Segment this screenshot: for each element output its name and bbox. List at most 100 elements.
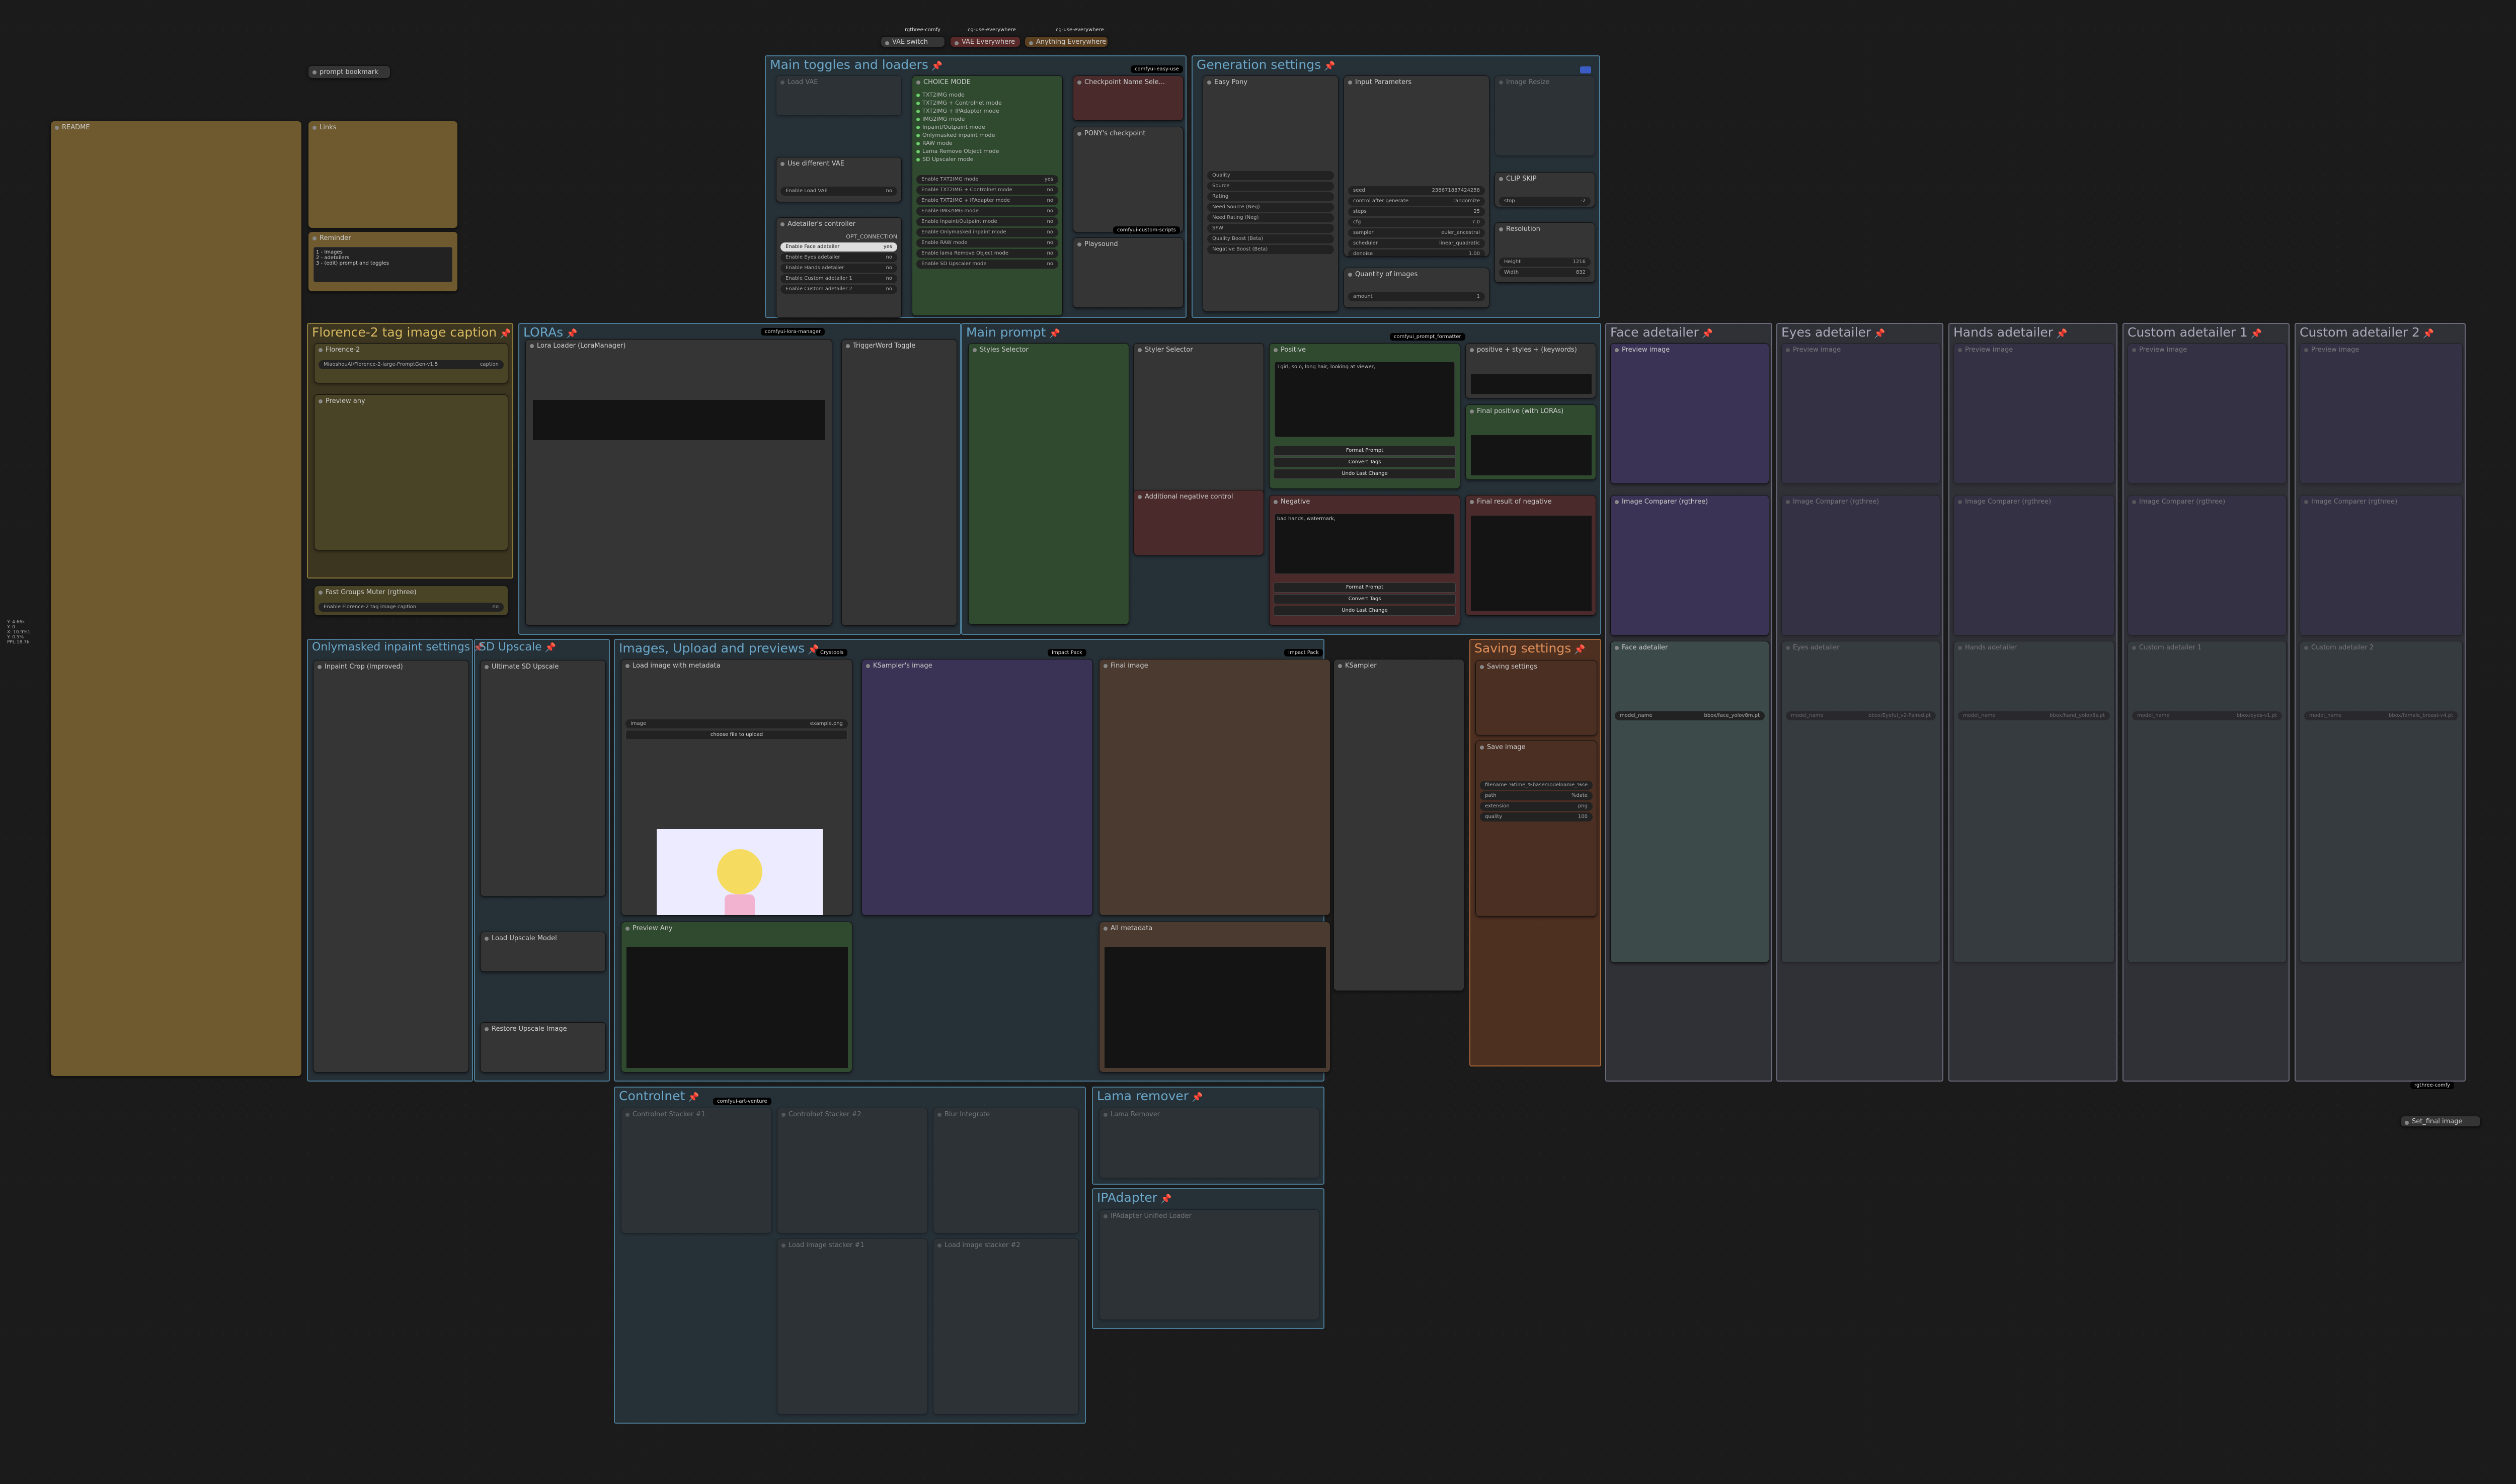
neg-convert-tags-button[interactable]: Convert Tags xyxy=(1274,594,1456,604)
preview-any-node[interactable]: Preview Any xyxy=(621,922,852,1073)
group-controlnet[interactable]: Controlnet 📌 Controlnet Stacker #1 Contro… xyxy=(614,1087,1086,1424)
eyes-detailer-node[interactable]: Eyes adetailer model_name bbox/Eyeful_v2-P… xyxy=(1781,641,1940,963)
quantity-node[interactable]: Quantity of images amount 1 xyxy=(1344,268,1489,308)
amount-value[interactable]: 1 xyxy=(1477,292,1480,301)
styler-selector-node[interactable]: Styler Selector xyxy=(1133,343,1264,494)
group-generation[interactable]: Generation settings 📌 Easy Pony Quality So… xyxy=(1192,55,1600,318)
resolution-node[interactable]: Resolution Height 1216 Width 832 xyxy=(1495,222,1595,283)
sd-upscale-node[interactable]: Ultimate SD Upscale xyxy=(480,660,606,896)
input-param-widget[interactable]: control after generate randomize xyxy=(1348,197,1485,206)
vae-everywhere-node[interactable]: VAE Everywhere xyxy=(950,36,1020,47)
group-face-adetailer[interactable]: Face adetailer 📌 Preview image Image Compar… xyxy=(1605,323,1772,1082)
hands-preview-node[interactable]: Preview image xyxy=(1953,343,2114,484)
face-detailer-node[interactable]: Face adetailer model_name bbox/face_yolov8… xyxy=(1610,641,1769,963)
restore-image-node[interactable]: Restore Upscale Image xyxy=(480,1022,606,1073)
lora-loader-node[interactable]: Lora Loader (LoraManager) xyxy=(525,339,832,626)
custom1-compare-node[interactable]: Image Comparer (rgthree) xyxy=(2128,495,2287,636)
lora-list-area[interactable] xyxy=(533,400,825,440)
florence-preview-node[interactable]: Preview any xyxy=(314,394,508,550)
lama-remover-node[interactable]: Lama Remover xyxy=(1099,1108,1319,1178)
eyes-compare-node[interactable]: Image Comparer (rgthree) xyxy=(1781,495,1940,636)
eyes-preview-node[interactable]: Preview image xyxy=(1781,343,1940,484)
load-image-node[interactable]: Load image with metadata image example.pn… xyxy=(621,659,852,916)
reminder-note[interactable]: Reminder 1 - Images 2 - adetailers 3 - (… xyxy=(308,231,458,292)
easy-pony-option[interactable]: Rating xyxy=(1207,192,1334,201)
custom2-detailer-node[interactable]: Custom adetailer 2 model_name bbox/female_… xyxy=(2300,641,2463,963)
group-main-prompt[interactable]: Main prompt 📌 Styles Selector Styler Sele… xyxy=(961,323,1601,635)
format-prompt-button[interactable]: Format Prompt xyxy=(1274,446,1456,456)
eyes-model-select[interactable]: bbox/Eyeful_v2-Paired.pt xyxy=(1868,711,1931,720)
positive-prompt-input[interactable]: 1girl, solo, long hair, looking at viewe… xyxy=(1275,362,1455,437)
inpaint-crop-node[interactable]: Inpaint Crop (Improved) xyxy=(313,660,469,1073)
ipadapter-loader-node[interactable]: IPAdapter Unified Loader xyxy=(1099,1209,1319,1320)
hands-model-select[interactable]: bbox/hand_yolov8s.pt xyxy=(2050,711,2105,720)
path-input[interactable]: %date xyxy=(1571,791,1588,800)
all-metadata-node[interactable]: All metadata xyxy=(1099,922,1330,1073)
negative-prompt-input[interactable]: bad hands, watermark, xyxy=(1275,514,1455,574)
custom1-preview-node[interactable]: Preview image xyxy=(2128,343,2287,484)
input-param-widget[interactable]: denoise 1.00 xyxy=(1348,250,1485,256)
final-negative-node[interactable]: Final result of negative xyxy=(1465,495,1596,616)
easy-pony-option[interactable]: SFW xyxy=(1207,224,1334,233)
enable-mode-toggle[interactable]: Enable TXT2IMG mode yes xyxy=(916,175,1058,184)
input-param-widget[interactable]: scheduler linear_quadratic xyxy=(1348,239,1485,248)
enable-mode-toggle[interactable]: Enable lama Remove Object mode no xyxy=(916,249,1058,258)
group-florence[interactable]: Florence-2 tag image caption 📌 Florence-2… xyxy=(307,323,513,616)
easy-pony-node[interactable]: Easy Pony Quality Source Rating Need Source… xyxy=(1203,75,1339,312)
group-inpaint[interactable]: Onlymasked inpaint settings 📌 Inpaint Cro… xyxy=(307,639,485,1082)
anything-everywhere-node[interactable]: Anything Everywhere xyxy=(1025,36,1108,47)
easy-pony-option[interactable]: Negative Boost (Beta) xyxy=(1207,245,1334,254)
group-loras[interactable]: LORAs 📌 Lora Loader (LoraManager) Trigger… xyxy=(518,323,961,635)
input-param-widget[interactable]: seed 238671887424258 xyxy=(1348,186,1485,195)
face-model-select[interactable]: bbox/face_yolov8m.pt xyxy=(1704,711,1760,720)
additional-negative-node[interactable]: Additional negative control xyxy=(1133,490,1264,555)
vae-switch-node[interactable]: VAE switch xyxy=(881,36,945,47)
group-sdupscale[interactable]: SD Upscale 📌 Ultimate SD Upscale Load Ups… xyxy=(474,639,610,1082)
blur-integrate[interactable]: Blur Integrate xyxy=(933,1108,1079,1233)
florence-model[interactable]: MiaoshouAI/Florence-2-large-PromptGen-v1… xyxy=(324,360,438,369)
group-images[interactable]: Images, Upload and previews 📌 Load image … xyxy=(614,639,1330,1082)
pony-checkpoint-node[interactable]: PONY's checkpoint xyxy=(1073,127,1184,232)
hands-detailer-node[interactable]: Hands adetailer model_name bbox/hand_yolov… xyxy=(1953,641,2114,963)
input-params-node[interactable]: Input Parameters seed 238671887424258 cont… xyxy=(1344,75,1489,257)
custom2-preview-node[interactable]: Preview image xyxy=(2300,343,2463,484)
enable-mode-toggle[interactable]: Enable Onlymasked inpaint mode no xyxy=(916,228,1058,237)
quality-input[interactable]: 100 xyxy=(1578,812,1588,821)
enable-custom1-adetailer[interactable]: Enable Custom adetailer 1 xyxy=(785,274,852,283)
enable-custom2-adetailer[interactable]: Enable Custom adetailer 2 xyxy=(785,285,852,294)
extension-select[interactable]: png xyxy=(1578,802,1588,811)
enable-mode-toggle[interactable]: Enable TXT2IMG + IPAdapter mode no xyxy=(916,196,1058,205)
saving-settings-node[interactable]: Saving settings xyxy=(1475,660,1597,735)
enable-face-adetailer[interactable]: Enable Face adetailer xyxy=(785,242,840,252)
reminder-text[interactable]: 1 - Images 2 - adetailers 3 - (edit) pro… xyxy=(313,247,452,282)
image-resize-node[interactable]: Image Resize xyxy=(1495,75,1595,156)
hands-compare-node[interactable]: Image Comparer (rgthree) xyxy=(1953,495,2114,636)
links-note[interactable]: Links xyxy=(308,121,458,228)
load-image-stacker-2[interactable]: Load image stacker #2 xyxy=(933,1239,1079,1415)
input-param-widget[interactable]: sampler euler_ancestral xyxy=(1348,228,1485,237)
fast-groups-node[interactable]: Fast Groups Muter (rgthree) Enable Flore… xyxy=(314,586,508,616)
enable-eyes-adetailer[interactable]: Enable Eyes adetailer xyxy=(785,253,840,262)
choice-mode-node[interactable]: CHOICE MODE TXT2IMG mode TXT2IMG + Contro… xyxy=(912,75,1063,316)
adetailer-controller-node[interactable]: Adetailer's controller OPT_CONNECTION En… xyxy=(776,217,902,318)
group-lama[interactable]: Lama remover 📌 Lama Remover xyxy=(1092,1087,1324,1185)
group-ipadapter[interactable]: IPAdapter 📌 IPAdapter Unified Loader xyxy=(1092,1188,1324,1329)
enable-mode-toggle[interactable]: Enable IMG2IMG mode no xyxy=(916,207,1058,216)
trigger-word-node[interactable]: TriggerWord Toggle xyxy=(841,339,957,626)
face-preview-node[interactable]: Preview image xyxy=(1610,343,1769,484)
florence-toggle[interactable]: Enable Florence-2 tag image caption xyxy=(324,603,416,612)
custom2-model-select[interactable]: bbox/female_breast-v4.pt xyxy=(2389,711,2453,720)
neg-undo-button[interactable]: Undo Last Change xyxy=(1274,606,1456,616)
neg-format-prompt-button[interactable]: Format Prompt xyxy=(1274,583,1456,593)
save-image-node[interactable]: Save image filename %time_%basemodelname_… xyxy=(1475,740,1597,917)
group-hands-adetailer[interactable]: Hands adetailer 📌 Preview image Image Compa… xyxy=(1948,323,2117,1082)
enable-mode-toggle[interactable]: Enable TXT2IMG + Controlnet mode no xyxy=(916,186,1058,195)
input-param-widget[interactable]: cfg 7.0 xyxy=(1348,218,1485,227)
checkpoint-node[interactable]: Checkpoint Name Sele... xyxy=(1073,75,1184,121)
custom1-detailer-node[interactable]: Custom adetailer 1 model_name bbox/eyes-v1… xyxy=(2128,641,2287,963)
positive-node[interactable]: Positive 1girl, solo, long hair, looking… xyxy=(1269,343,1460,489)
width-value[interactable]: 1216 xyxy=(1573,258,1586,267)
readme-note[interactable]: README xyxy=(50,121,302,1077)
final-positive-node[interactable]: Final positive (with LORAs) xyxy=(1465,404,1596,480)
enable-mode-toggle[interactable]: Enable SD Upscaler mode no xyxy=(916,260,1058,269)
